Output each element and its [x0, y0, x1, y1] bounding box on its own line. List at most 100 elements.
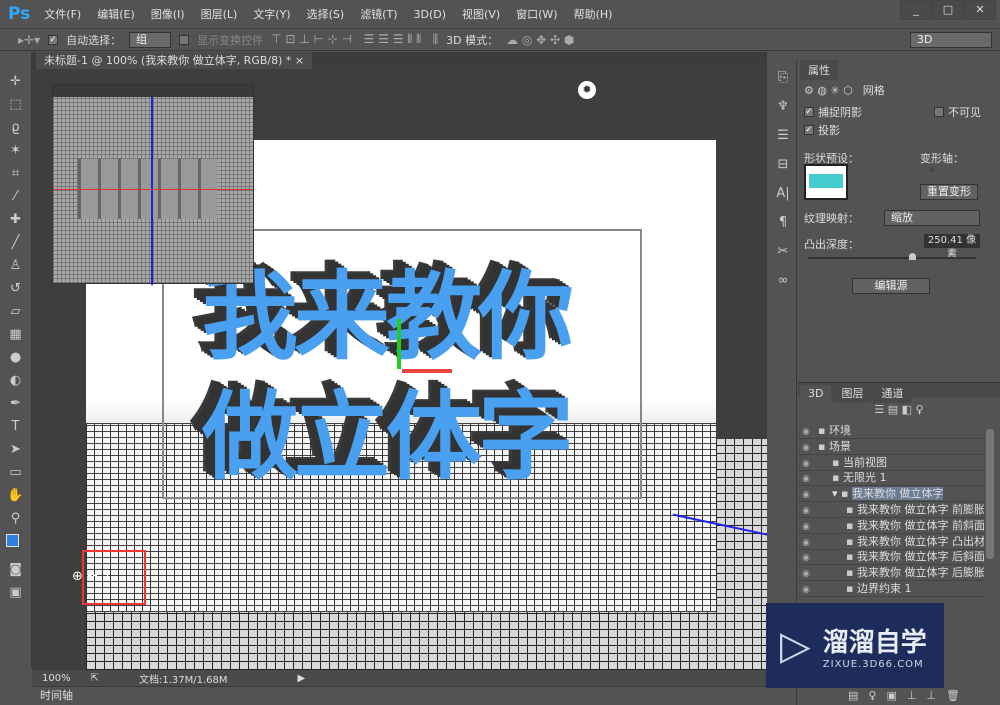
visibility-eye-icon[interactable]: ◉: [798, 441, 814, 454]
cast-shadows-checkbox[interactable]: ✓: [804, 125, 814, 135]
healing-brush-icon[interactable]: ✚: [10, 212, 21, 229]
history-icon[interactable]: ⎘: [778, 70, 788, 85]
menu-view[interactable]: 视图(V): [462, 6, 500, 22]
expand-arrow-icon[interactable]: ▾: [832, 487, 841, 500]
3d-rotate-icon[interactable]: ☁ ◎ ✥ ✣ ⬢: [506, 33, 574, 47]
type-tool-icon[interactable]: T: [12, 419, 20, 436]
menu-filter[interactable]: 滤镜(T): [360, 6, 397, 22]
blur-tool-icon[interactable]: ●: [10, 350, 21, 367]
hand-tool-icon[interactable]: ✋: [7, 488, 23, 505]
zoom-level[interactable]: 100%: [42, 673, 71, 684]
camera-nav-icons[interactable]: ⊕ ✛ ↕: [72, 569, 113, 584]
scrollbar[interactable]: [986, 429, 994, 559]
3d-text-line1[interactable]: 我来教你: [202, 239, 574, 378]
clone-source-icon[interactable]: ⊟: [778, 157, 789, 172]
extrusion-slider[interactable]: [808, 253, 976, 260]
dodge-tool-icon[interactable]: ◐: [10, 373, 21, 390]
character-icon[interactable]: A|: [776, 186, 789, 201]
close-button[interactable]: ✕: [964, 0, 996, 20]
document-tab[interactable]: 未标题-1 @ 100% (我来教你 做立体字, RGB/8) * ×: [36, 52, 313, 69]
visibility-eye-icon[interactable]: ◉: [798, 457, 814, 470]
menu-image[interactable]: 图像(I): [151, 6, 185, 22]
menu-file[interactable]: 文件(F): [44, 6, 81, 22]
shape-tool-icon[interactable]: ▭: [9, 465, 21, 482]
3d-panel-footer-icons[interactable]: ▤♀▣⊥⊥🗑: [848, 689, 970, 702]
stamp-tool-icon[interactable]: ♙: [10, 258, 22, 275]
tools-icon[interactable]: ✂: [778, 244, 789, 259]
minimize-button[interactable]: _: [900, 0, 932, 20]
move-tool-icon[interactable]: ▸✛▾: [18, 33, 40, 47]
layer-row[interactable]: ◉ ▪ 我来教你 做立体字 前膨胀...: [798, 502, 984, 518]
layer-row[interactable]: ◉ ▪ 我来教你 做立体字 凸出材...: [798, 534, 984, 550]
visibility-eye-icon[interactable]: ◉: [798, 472, 814, 485]
layer-row[interactable]: ◉ ▾ ▪ 我来教你 做立体字: [798, 486, 984, 503]
history-brush-icon[interactable]: ↺: [10, 281, 21, 298]
layer-row[interactable]: ◉ ▪ 无限光 1: [798, 470, 984, 487]
tab-3d[interactable]: 3D: [800, 385, 832, 402]
shape-preset-picker[interactable]: [804, 164, 848, 200]
layer-row[interactable]: ◉ ▪ 当前视图: [798, 455, 984, 471]
export-icon[interactable]: ⇱: [91, 673, 99, 684]
auto-select-dropdown[interactable]: 组: [129, 31, 172, 48]
layer-row[interactable]: ◉ ▪ 环境: [798, 423, 984, 439]
menu-3d[interactable]: 3D(D): [414, 8, 447, 21]
menu-type[interactable]: 文字(Y): [253, 6, 290, 22]
marquee-tool-icon[interactable]: ⬚: [9, 97, 21, 114]
pen-tool-icon[interactable]: ✒: [10, 396, 21, 413]
maximize-button[interactable]: □: [932, 0, 964, 20]
secondary-view-header[interactable]: [53, 85, 253, 97]
path-select-icon[interactable]: ➤: [10, 442, 21, 459]
visibility-eye-icon[interactable]: ◉: [798, 425, 814, 438]
layer-row[interactable]: ◉ ▪ 我来教你 做立体字 前斜面...: [798, 518, 984, 534]
3d-axis-x-gizmo[interactable]: [402, 369, 452, 373]
visibility-eye-icon[interactable]: ◉: [798, 583, 814, 596]
visibility-eye-icon[interactable]: ◉: [798, 536, 814, 549]
mesh-filter-icons[interactable]: ⚙ ◍ ✳ ⬡: [804, 84, 853, 97]
visibility-eye-icon[interactable]: ◉: [798, 504, 814, 517]
deform-axis-grid-icon[interactable]: ⁘: [928, 166, 942, 180]
show-transform-checkbox[interactable]: [179, 34, 190, 45]
crop-tool-icon[interactable]: ⌗: [12, 166, 19, 183]
move-tool-icon[interactable]: ✛: [10, 74, 21, 91]
align-icons[interactable]: ⊤ ⊡ ⊥ ⊢ ⊹ ⊣ ☰ ☰ ☰ ⫴ ⫴ ⫼: [271, 32, 438, 47]
slider-thumb[interactable]: [908, 253, 916, 260]
visibility-eye-icon[interactable]: ◉: [798, 551, 814, 564]
menu-window[interactable]: 窗口(W): [516, 6, 557, 22]
close-tab-icon[interactable]: ×: [295, 54, 304, 67]
menu-select[interactable]: 选择(S): [307, 6, 345, 22]
workspace-dropdown[interactable]: 3D: [910, 31, 992, 48]
secondary-view-window[interactable]: [52, 84, 254, 285]
layer-row[interactable]: ◉ ▪ 我来教你 做立体字 后膨胀...: [798, 565, 984, 582]
mesh-tab[interactable]: 网格: [863, 82, 885, 98]
quick-mask-icon[interactable]: ◙: [9, 562, 22, 579]
visibility-eye-icon[interactable]: ◉: [798, 567, 814, 580]
menu-edit[interactable]: 编辑(E): [97, 6, 135, 22]
tab-channels[interactable]: 通道: [873, 383, 912, 403]
adjustments-icon[interactable]: ☰: [777, 128, 789, 143]
light-icon[interactable]: ✹: [578, 81, 596, 99]
lasso-tool-icon[interactable]: ϱ: [11, 120, 19, 137]
3d-axis-y-gizmo[interactable]: [397, 319, 401, 369]
extrusion-depth-input[interactable]: 250.41 像素: [924, 234, 980, 260]
creative-cloud-icon[interactable]: ∞: [778, 273, 789, 288]
menu-layer[interactable]: 图层(L): [201, 6, 238, 22]
status-menu-arrow-icon[interactable]: ▶: [298, 673, 306, 684]
magic-wand-icon[interactable]: ✶: [10, 143, 21, 160]
catch-shadows-checkbox[interactable]: ✓: [804, 107, 814, 117]
zoom-tool-icon[interactable]: ⚲: [11, 511, 21, 528]
edit-source-button[interactable]: 编辑源: [852, 278, 930, 294]
texture-map-dropdown[interactable]: 缩放: [884, 210, 980, 226]
color-swatches[interactable]: [5, 534, 26, 556]
layer-row[interactable]: ◉ ▪ 我来教你 做立体字 后斜面...: [798, 549, 984, 566]
visibility-eye-icon[interactable]: ◉: [798, 488, 814, 501]
eraser-icon[interactable]: ▱: [11, 304, 21, 321]
menu-help[interactable]: 帮助(H): [574, 6, 613, 22]
visibility-eye-icon[interactable]: ◉: [798, 520, 814, 533]
reset-deform-button[interactable]: 重置变形: [920, 184, 978, 200]
auto-select-checkbox[interactable]: ✓: [48, 34, 59, 45]
eyedropper-icon[interactable]: ⁄: [14, 189, 16, 206]
brush-tool-icon[interactable]: ╱: [12, 235, 20, 252]
gradient-tool-icon[interactable]: ▦: [9, 327, 21, 344]
3d-text-line2[interactable]: 做立体字: [202, 359, 574, 498]
timeline-tab[interactable]: 时间轴: [40, 689, 73, 702]
